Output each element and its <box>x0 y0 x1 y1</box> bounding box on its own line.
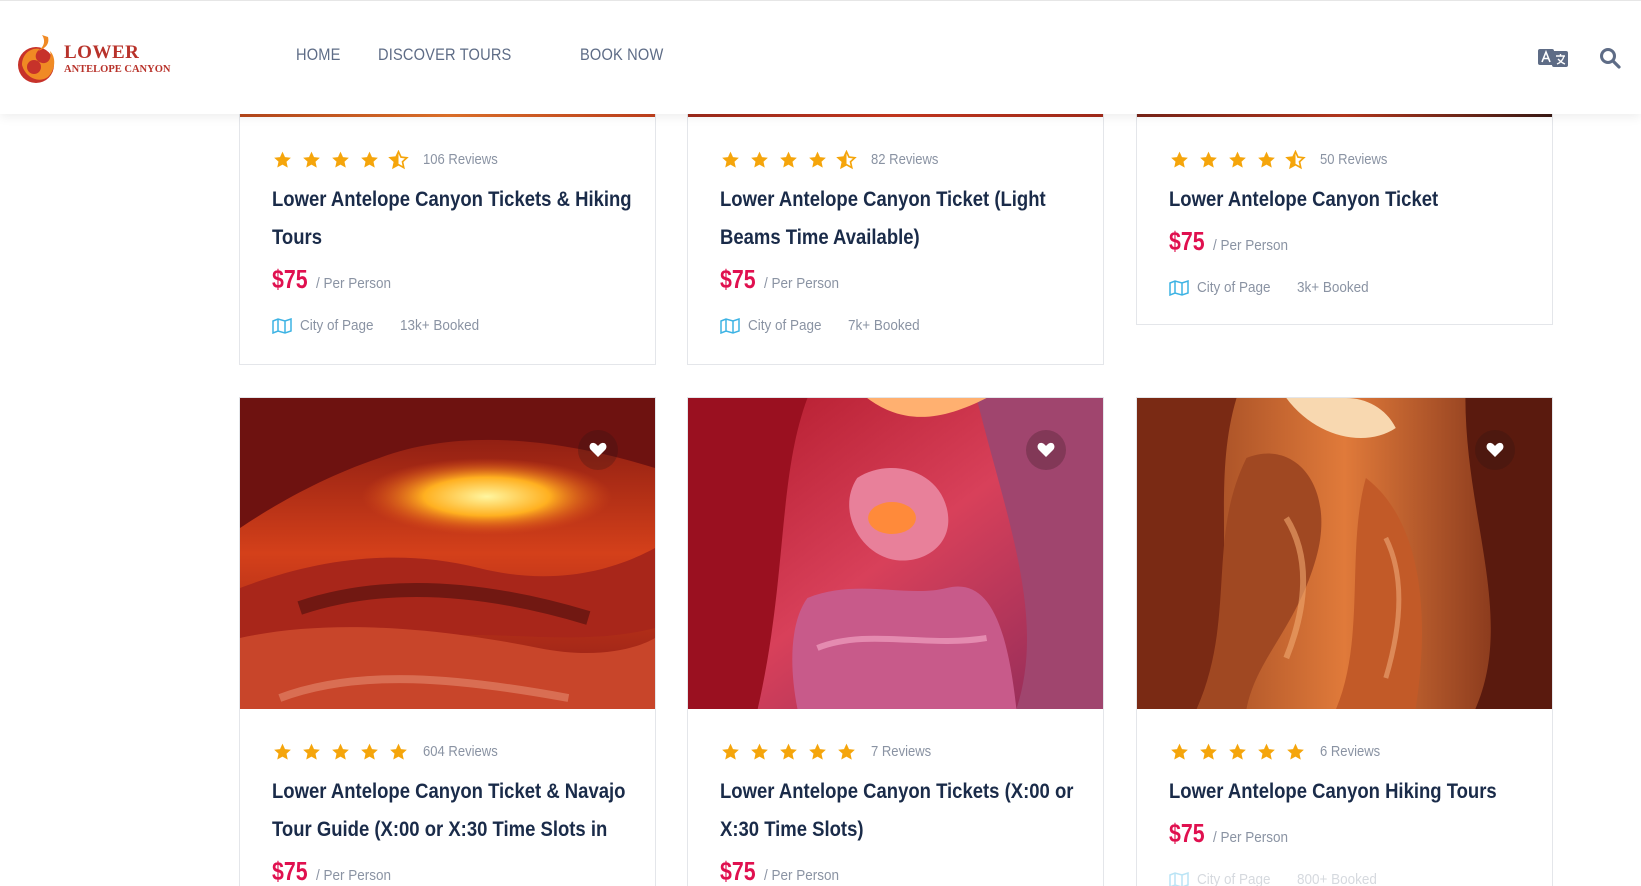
brand-logo[interactable]: LOWER ANTELOPE CANYON <box>14 33 174 85</box>
map-icon <box>720 317 740 334</box>
rating-stars: 6 Reviews <box>1169 741 1528 763</box>
brand-name: LOWER <box>64 41 140 63</box>
star-icon <box>361 151 378 168</box>
tour-price: $75 <box>272 264 308 294</box>
tour-price: $75 <box>272 856 308 886</box>
rating-stars: 604 Reviews <box>272 741 631 763</box>
tour-price: $75 <box>1169 226 1205 256</box>
tour-image[interactable] <box>688 398 1103 709</box>
review-count[interactable]: 6 Reviews <box>1320 744 1380 760</box>
map-icon <box>1169 871 1189 886</box>
tour-price: $75 <box>720 856 756 886</box>
review-count[interactable]: 82 Reviews <box>871 152 938 168</box>
tour-card[interactable]: 604 Reviews Lower Antelope Canyon Ticket… <box>239 397 656 886</box>
map-icon <box>1169 279 1189 296</box>
star-icon <box>1171 151 1188 168</box>
site-header: LOWER ANTELOPE CANYON HOME DISCOVER TOUR… <box>0 0 1641 114</box>
star-icon <box>1258 743 1275 760</box>
tour-location: City of Page <box>1197 871 1271 886</box>
translate-icon[interactable] <box>1538 49 1569 67</box>
booked-count: 3k+ Booked <box>1297 279 1369 296</box>
star-icon <box>332 743 349 760</box>
review-count[interactable]: 106 Reviews <box>423 152 498 168</box>
favorite-button[interactable] <box>578 430 618 470</box>
heart-icon <box>589 442 607 457</box>
brand-subname: ANTELOPE CANYON <box>64 63 171 75</box>
price-unit: / Per Person <box>1213 237 1289 254</box>
star-icon <box>303 743 320 760</box>
star-icon <box>809 151 826 168</box>
price-unit: / Per Person <box>316 275 392 292</box>
search-icon[interactable] <box>1599 47 1621 69</box>
tour-title[interactable]: Lower Antelope Canyon Ticket (Light Beam… <box>720 180 1094 256</box>
tour-location: City of Page <box>1197 279 1271 296</box>
price-unit: / Per Person <box>316 867 392 884</box>
tour-image[interactable] <box>1137 398 1552 709</box>
star-icon <box>838 743 855 760</box>
star-icon <box>1229 743 1246 760</box>
star-half-icon <box>1285 150 1306 170</box>
star-icon <box>303 151 320 168</box>
booked-count: 800+ Booked <box>1297 871 1377 886</box>
rating-stars: 7 Reviews <box>720 741 1079 763</box>
review-count[interactable]: 604 Reviews <box>423 744 498 760</box>
star-icon <box>1171 743 1188 760</box>
rating-stars: 82 Reviews <box>720 149 1079 171</box>
tour-card[interactable]: 50 Reviews Lower Antelope Canyon Ticket … <box>1136 98 1553 325</box>
tour-card[interactable]: 106 Reviews Lower Antelope Canyon Ticket… <box>239 98 656 365</box>
tour-price: $75 <box>720 264 756 294</box>
price-unit: / Per Person <box>764 867 840 884</box>
rating-stars: 50 Reviews <box>1169 149 1528 171</box>
review-count[interactable]: 7 Reviews <box>871 744 931 760</box>
star-icon <box>1258 151 1275 168</box>
star-half-icon <box>836 150 857 170</box>
tour-title[interactable]: Lower Antelope Canyon Tickets & Hiking T… <box>272 180 646 256</box>
star-half-icon <box>388 150 409 170</box>
tour-title[interactable]: Lower Antelope Canyon Ticket & Navajo To… <box>272 772 646 848</box>
tour-title[interactable]: Lower Antelope Canyon Ticket <box>1169 180 1543 218</box>
flame-logo-icon <box>18 35 55 83</box>
tour-card[interactable]: 6 Reviews Lower Antelope Canyon Hiking T… <box>1136 397 1553 886</box>
star-icon <box>722 743 739 760</box>
booked-count: 7k+ Booked <box>848 317 920 334</box>
star-icon <box>274 151 291 168</box>
review-count[interactable]: 50 Reviews <box>1320 152 1387 168</box>
star-icon <box>751 151 768 168</box>
star-icon <box>1200 151 1217 168</box>
tour-price: $75 <box>1169 818 1205 848</box>
tour-location: City of Page <box>300 317 374 334</box>
rating-stars: 106 Reviews <box>272 149 631 171</box>
star-icon <box>780 743 797 760</box>
star-icon <box>809 743 826 760</box>
star-icon <box>361 743 378 760</box>
star-icon <box>780 151 797 168</box>
tour-card[interactable]: 82 Reviews Lower Antelope Canyon Ticket … <box>687 98 1104 365</box>
tour-title[interactable]: Lower Antelope Canyon Hiking Tours <box>1169 772 1543 810</box>
nav-discover-tours[interactable]: DISCOVER TOURS <box>378 45 511 65</box>
star-icon <box>722 151 739 168</box>
tour-title[interactable]: Lower Antelope Canyon Tickets (X:00 or X… <box>720 772 1094 848</box>
star-icon <box>332 151 349 168</box>
tour-location: City of Page <box>748 317 822 334</box>
tour-card[interactable]: 7 Reviews Lower Antelope Canyon Tickets … <box>687 397 1104 886</box>
tour-image[interactable] <box>240 398 655 709</box>
star-icon <box>274 743 291 760</box>
star-icon <box>1200 743 1217 760</box>
nav-book-now[interactable]: BOOK NOW <box>580 45 663 65</box>
map-icon <box>272 317 292 334</box>
price-unit: / Per Person <box>764 275 840 292</box>
favorite-button[interactable] <box>1475 430 1515 470</box>
price-unit: / Per Person <box>1213 829 1289 846</box>
star-icon <box>1229 151 1246 168</box>
booked-count: 13k+ Booked <box>400 317 480 334</box>
star-icon <box>1287 743 1304 760</box>
star-icon <box>390 743 407 760</box>
nav-home[interactable]: HOME <box>296 45 341 65</box>
favorite-button[interactable] <box>1026 430 1066 470</box>
heart-icon <box>1037 442 1055 457</box>
star-icon <box>751 743 768 760</box>
heart-icon <box>1486 442 1504 457</box>
